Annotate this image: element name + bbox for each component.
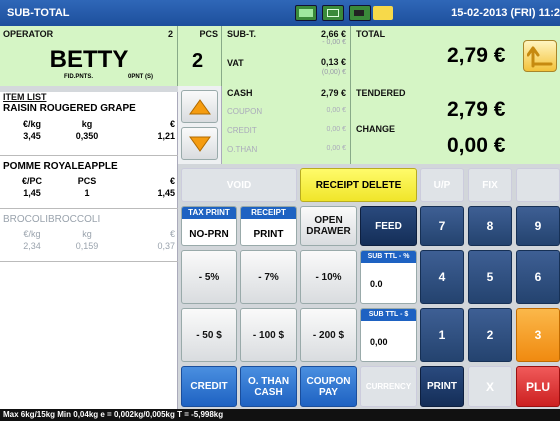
print-button[interactable]: PRINT: [420, 366, 464, 407]
tendered-value: 2,79 €: [447, 98, 506, 121]
discount-100-button[interactable]: - 100 $: [240, 308, 297, 362]
x-button[interactable]: X: [468, 366, 512, 407]
receipt-label: RECEIPT: [241, 207, 296, 219]
up-button[interactable]: U/P: [420, 168, 464, 202]
vat-sub: (0,00) €: [321, 69, 346, 76]
credit-label: CREDIT: [227, 126, 257, 135]
points-label: FID.PNTS.: [64, 74, 94, 80]
coupon-value: 0,00 €: [326, 107, 346, 114]
subtotal-value: 2,66 €: [320, 29, 346, 39]
pos-screen: SUB-TOTAL 15-02-2013 (FRI) 11:2 OPERATOR…: [0, 0, 560, 421]
discount-10pct-button[interactable]: - 10%: [300, 250, 357, 304]
open-drawer-button[interactable]: OPEN DRAWER: [300, 206, 357, 246]
othan-value: 0,00 €: [326, 145, 346, 152]
tax-print-value: NO-PRN: [189, 229, 229, 240]
tax-print-label: TAX PRINT: [182, 207, 236, 219]
discount-5pct-button[interactable]: - 5%: [181, 250, 237, 304]
discount-50-button[interactable]: - 50 $: [181, 308, 237, 362]
tax-print-button[interactable]: TAX PRINT NO-PRN: [181, 206, 237, 246]
item-list-label: ITEM LIST: [3, 92, 47, 102]
subtotal-pct-label: SUB TTL - %: [361, 251, 416, 263]
blank-button[interactable]: [516, 168, 560, 202]
total-value: 2,79 €: [447, 44, 506, 67]
battery-icon: [349, 5, 371, 21]
change-label: CHANGE: [356, 124, 396, 134]
key-icon: [373, 6, 393, 20]
pcs-label: PCS: [199, 29, 218, 39]
back-button[interactable]: [523, 40, 557, 72]
pcs-value: 2: [192, 50, 204, 72]
subtotal-label: SUB-T.: [227, 29, 256, 39]
cash-value: 2,79 €: [320, 88, 346, 98]
total-label: TOTAL: [356, 29, 386, 39]
subtotal-discount: - 0,00 €: [322, 39, 346, 46]
scale-status-bar: Max 6kg/15kg Min 0,04kg e = 0,002kg/0,00…: [0, 409, 560, 421]
list-item[interactable]: BROCOLIBROCCOLI €/kg kg € 2,34 0,159 0,3…: [0, 210, 178, 262]
key-1[interactable]: 1: [420, 308, 464, 362]
item-list[interactable]: ITEM LIST RAISIN ROUGERED GRAPE €/kg kg …: [0, 86, 178, 409]
operator-index: 2: [167, 29, 173, 39]
key-8[interactable]: 8: [468, 206, 512, 246]
subtotal-panel: SUB-T. 2,66 € - 0,00 € VAT 0,13 € (0,00)…: [222, 26, 351, 86]
subtotal-amount-value: 0,00: [370, 337, 388, 347]
scroll-panel: [178, 86, 222, 164]
points-value: 0PNT (S): [128, 74, 154, 80]
key-2[interactable]: 2: [468, 308, 512, 362]
subtotal-pct-value: 0.0: [370, 279, 383, 289]
vat-label: VAT: [227, 58, 244, 68]
back-arrow-icon: [527, 46, 553, 68]
key-5[interactable]: 5: [468, 250, 512, 304]
feed-button[interactable]: FEED: [360, 206, 417, 246]
subtotal-amount-button[interactable]: SUB TTL - $ 0,00: [360, 308, 417, 362]
discount-200-button[interactable]: - 200 $: [300, 308, 357, 362]
change-value: 0,00 €: [447, 134, 506, 157]
receipt-delete-button[interactable]: RECEIPT DELETE: [300, 168, 417, 202]
othan-label: O.THAN: [227, 145, 258, 154]
list-item[interactable]: RAISIN ROUGERED GRAPE €/kg kg € 3,45 0,3…: [0, 102, 178, 156]
operator-label: OPERATOR: [3, 29, 54, 39]
scroll-up-button[interactable]: [181, 90, 218, 123]
date-time: 15-02-2013 (FRI) 11:2: [451, 7, 560, 19]
triangle-up-icon: [188, 98, 211, 114]
currency-button[interactable]: CURRENCY: [360, 366, 417, 407]
total-panel: TOTAL 2,79 €: [351, 26, 560, 86]
title-bar: SUB-TOTAL 15-02-2013 (FRI) 11:2: [0, 0, 560, 26]
credit-button[interactable]: CREDIT: [181, 366, 237, 407]
key-9[interactable]: 9: [516, 206, 560, 246]
receipt-button[interactable]: RECEIPT PRINT: [240, 206, 297, 246]
keypad-area: VOID RECEIPT DELETE U/P FIX TAX PRINT NO…: [178, 164, 560, 409]
screen-title: SUB-TOTAL: [7, 7, 70, 19]
subtotal-amount-label: SUB TTL - $: [361, 309, 416, 321]
triangle-down-icon: [188, 136, 211, 152]
key-6[interactable]: 6: [516, 250, 560, 304]
fix-button[interactable]: FIX: [468, 168, 512, 202]
display-icon: [322, 5, 344, 21]
plu-button[interactable]: PLU: [516, 366, 560, 407]
receipt-value: PRINT: [253, 229, 284, 240]
tendered-label: TENDERED: [356, 88, 406, 98]
key-7[interactable]: 7: [420, 206, 464, 246]
key-4[interactable]: 4: [420, 250, 464, 304]
status-icon: [295, 5, 317, 21]
scroll-down-button[interactable]: [181, 127, 218, 160]
list-item[interactable]: POMME ROYALEAPPLE €/PC PCS € 1,45 1 1,45: [0, 157, 178, 209]
coupon-label: COUPON: [227, 107, 263, 116]
cash-label: CASH: [227, 88, 253, 98]
coupon-pay-button[interactable]: COUPON PAY: [300, 366, 357, 407]
pcs-panel: PCS 2: [178, 26, 222, 86]
key-3[interactable]: 3: [516, 308, 560, 362]
operator-panel: OPERATOR 2 BETTY FID.PNTS. 0PNT (S): [0, 26, 178, 86]
void-button[interactable]: VOID: [181, 168, 297, 202]
subtotal-pct-button[interactable]: SUB TTL - % 0.0: [360, 250, 417, 304]
payments-panel: CASH 2,79 € COUPON 0,00 € CREDIT 0,00 € …: [222, 86, 351, 164]
operator-name: BETTY: [49, 46, 129, 73]
other-cash-button[interactable]: O. THAN CASH: [240, 366, 297, 407]
credit-value: 0,00 €: [326, 126, 346, 133]
vat-value: 0,13 €: [320, 57, 346, 67]
tendered-panel: TENDERED 2,79 € CHANGE 0,00 €: [351, 86, 560, 164]
discount-7pct-button[interactable]: - 7%: [240, 250, 297, 304]
